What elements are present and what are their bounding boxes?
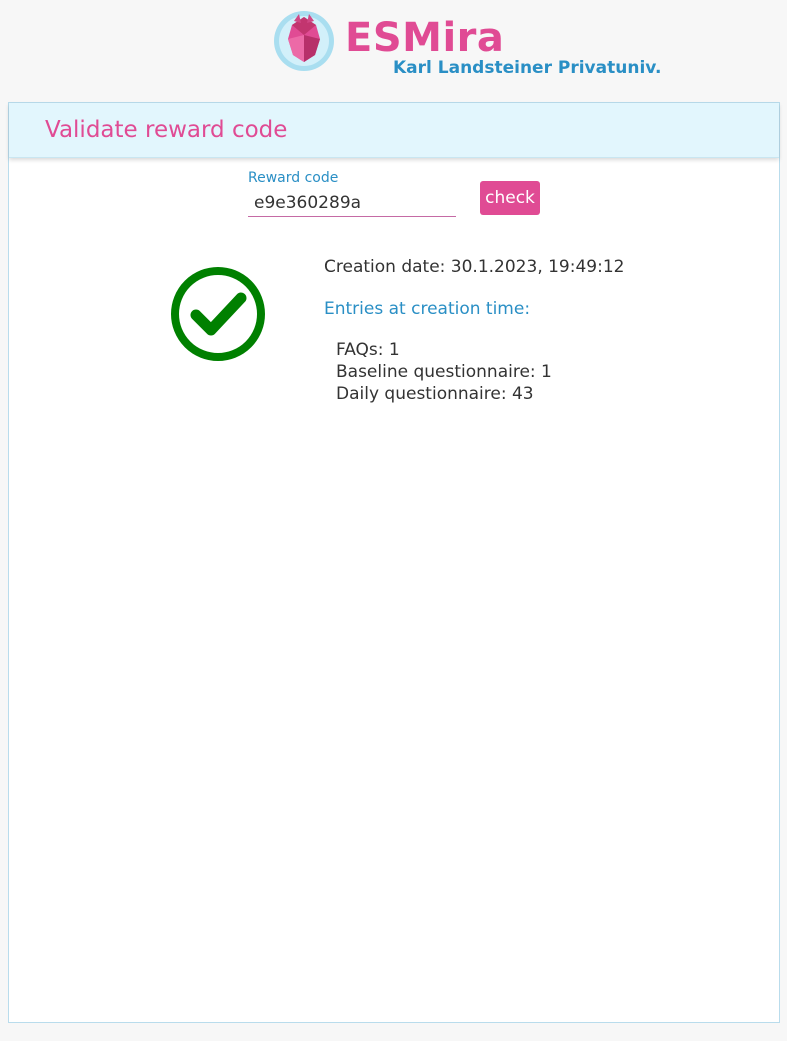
app-header: ESMira Karl Landsteiner Privatuniv. [0, 0, 787, 100]
reward-code-field: Reward code [248, 169, 456, 219]
entry-item-faqs: FAQs: 1 [336, 340, 400, 360]
brand-subtitle: Karl Landsteiner Privatuniv. [393, 58, 662, 78]
reward-code-input[interactable] [248, 189, 456, 217]
validate-reward-panel: Validate reward code Reward code check C… [8, 102, 780, 1023]
creation-date: Creation date: 30.1.2023, 19:49:12 [324, 257, 625, 277]
check-circle-icon [171, 267, 265, 361]
check-button[interactable]: check [480, 181, 540, 215]
entry-item-daily-questionnaire: Daily questionnaire: 43 [336, 384, 534, 404]
reward-code-label: Reward code [248, 170, 339, 186]
panel-header: Validate reward code [9, 103, 779, 158]
esmira-logo-icon [274, 11, 334, 71]
entries-title: Entries at creation time: [324, 299, 531, 319]
page-title: Validate reward code [45, 117, 288, 143]
entry-item-baseline-questionnaire: Baseline questionnaire: 1 [336, 362, 552, 382]
entries-list: FAQs: 1 Baseline questionnaire: 1 Daily … [336, 339, 552, 405]
